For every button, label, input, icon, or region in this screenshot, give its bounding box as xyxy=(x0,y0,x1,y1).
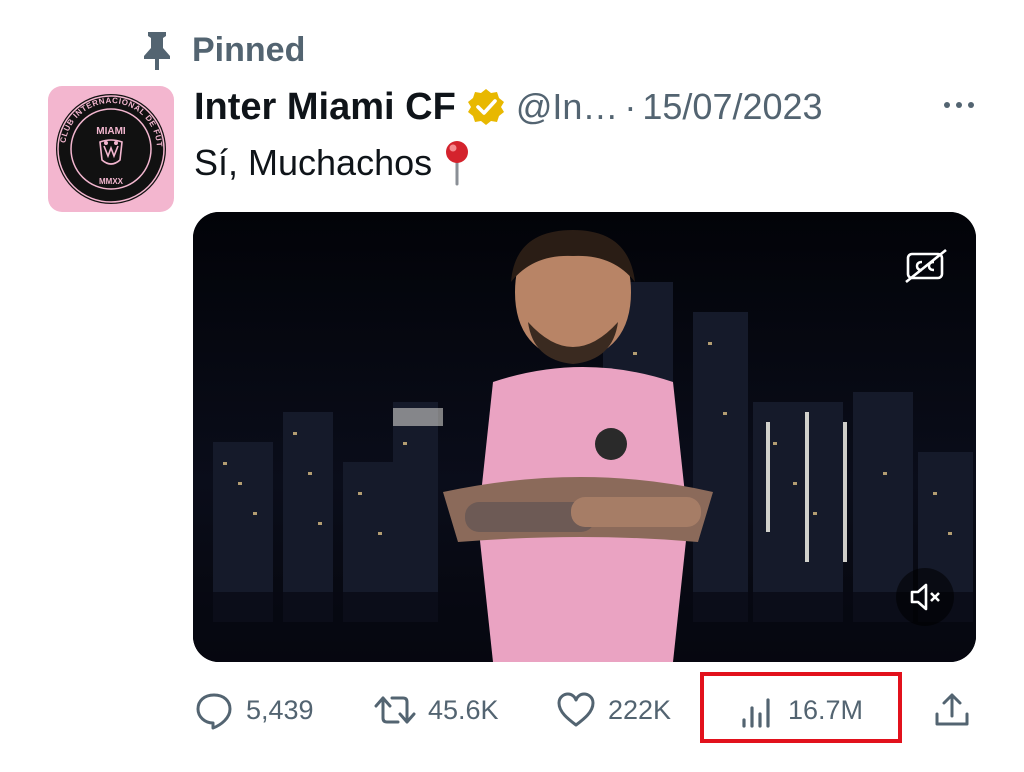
more-options-icon[interactable] xyxy=(934,90,984,120)
heart-icon xyxy=(557,692,595,727)
share-button[interactable] xyxy=(932,672,972,748)
video-frame xyxy=(193,212,976,662)
like-count: 222K xyxy=(608,694,672,725)
crest-wordmark: MIAMI xyxy=(96,126,126,137)
tweet-date[interactable]: 15/07/2023 xyxy=(642,86,822,128)
retweet-count: 45.6K xyxy=(428,694,499,725)
retweet-button[interactable]: 45.6K xyxy=(374,672,499,748)
pin-icon xyxy=(144,32,170,70)
mute-button[interactable] xyxy=(896,568,954,626)
video-player[interactable] xyxy=(193,212,976,662)
tweet-text-row: Sí, Muchachos xyxy=(194,140,472,186)
round-pushpin-icon xyxy=(446,141,469,186)
crest-year: MMXX xyxy=(99,177,124,186)
club-crest-logo: CLUB INTERNACIONAL DE FÚTBOL MIAMI MMXX xyxy=(48,86,166,204)
retweet-icon xyxy=(374,696,416,724)
reply-icon xyxy=(196,693,232,730)
verified-badge-icon[interactable] xyxy=(466,87,506,127)
speaker-muted-icon xyxy=(910,583,940,611)
tweet-text: Sí, Muchachos xyxy=(194,142,433,183)
pinned-label: Pinned xyxy=(192,30,306,69)
reply-button[interactable]: 5,439 xyxy=(194,672,314,748)
author-display-name[interactable]: Inter Miami CF xyxy=(194,86,456,129)
pinned-indicator: Pinned xyxy=(140,28,305,72)
reply-count: 5,439 xyxy=(246,694,314,725)
author-handle[interactable]: @In… xyxy=(516,86,619,128)
share-icon xyxy=(935,693,969,726)
like-button[interactable]: 222K xyxy=(556,672,671,748)
avatar[interactable]: CLUB INTERNACIONAL DE FÚTBOL MIAMI MMXX xyxy=(48,86,174,212)
views-highlight-box xyxy=(700,672,902,743)
captions-off-icon[interactable] xyxy=(902,248,950,286)
tweet-header: Inter Miami CF @In… · 15/07/2023 xyxy=(194,82,994,132)
separator-dot: · xyxy=(624,86,637,127)
